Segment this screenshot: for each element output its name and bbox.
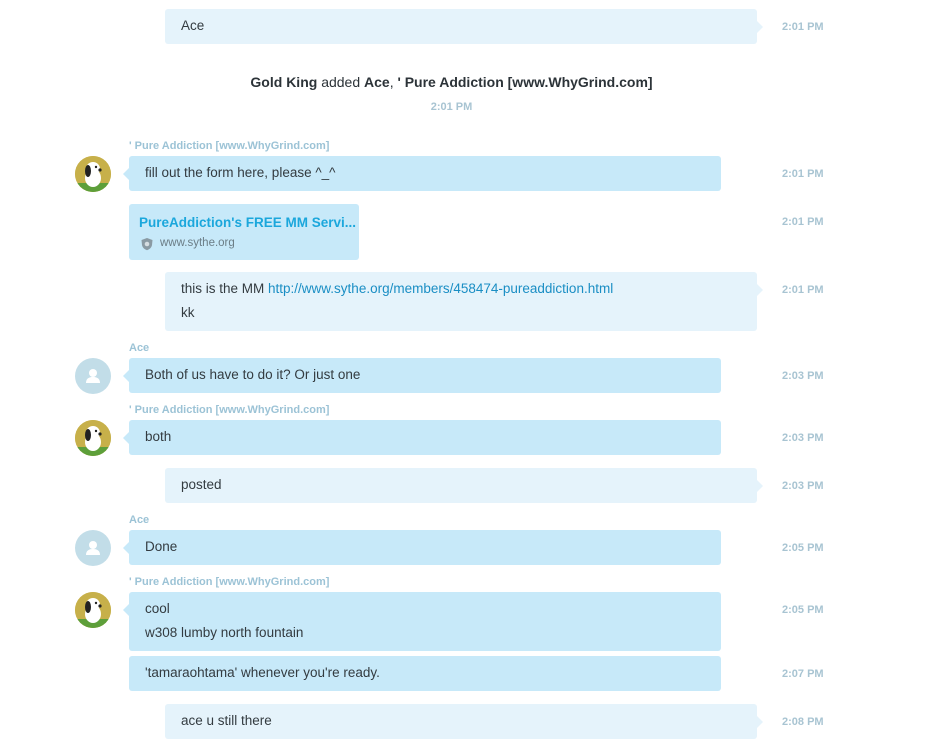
message-text: Both of us have to do it? Or just one — [145, 367, 361, 382]
message-text: this is the MM — [181, 281, 269, 296]
message-text: kk — [181, 305, 195, 320]
message-timestamp: 2:01 PM — [782, 21, 824, 33]
sender-name[interactable]: ' Pure Addiction [www.WhyGrind.com] — [129, 140, 329, 152]
sender-name[interactable]: ' Pure Addiction [www.WhyGrind.com] — [129, 404, 329, 416]
default-user-avatar[interactable] — [75, 530, 111, 566]
message-text: Done — [145, 539, 178, 554]
message-text: posted — [181, 477, 222, 492]
system-verb: added — [317, 74, 365, 90]
outgoing-message-bubble[interactable]: Ace — [165, 9, 763, 44]
sender-name[interactable]: Ace — [129, 342, 149, 354]
message-timestamp: 2:01 PM — [782, 168, 824, 180]
message-timestamp: 2:05 PM — [782, 604, 824, 616]
incoming-message-bubble[interactable]: Both of us have to do it? Or just one — [123, 358, 721, 393]
outgoing-message-bubble[interactable]: ace u still there — [165, 704, 763, 739]
message-timestamp: 2:03 PM — [782, 370, 824, 382]
system-target-1: Ace — [364, 74, 390, 90]
message-text: both — [145, 429, 172, 444]
snoopy-avatar[interactable] — [75, 156, 111, 192]
incoming-message-bubble[interactable]: both — [123, 420, 721, 455]
link-preview-card[interactable]: PureAddiction's FREE MM Servi... www.syt… — [129, 204, 359, 260]
message-timestamp: 2:05 PM — [782, 542, 824, 554]
default-user-avatar[interactable] — [75, 358, 111, 394]
snoopy-avatar[interactable] — [75, 420, 111, 456]
outgoing-message-bubble[interactable]: posted — [165, 468, 763, 503]
link-preview-title[interactable]: PureAddiction's FREE MM Servi... — [139, 215, 356, 230]
message-text: 'tamaraohtama' whenever you're ready. — [145, 665, 380, 680]
sender-name[interactable]: ' Pure Addiction [www.WhyGrind.com] — [129, 576, 329, 588]
message-line: this is the MM http://www.sythe.org/memb… — [165, 272, 757, 301]
message-timestamp: 2:01 PM — [782, 284, 824, 296]
message-text: Ace — [181, 18, 205, 33]
message-timestamp: 2:07 PM — [782, 668, 824, 680]
incoming-message-bubble[interactable]: cool w308 lumby north fountain — [123, 592, 721, 651]
message-timestamp: 2:08 PM — [782, 716, 824, 728]
system-separator: , — [389, 74, 398, 90]
snoopy-avatar[interactable] — [75, 592, 111, 628]
link-preview-domain: www.sythe.org — [160, 237, 235, 249]
outgoing-message-bubble[interactable]: this is the MM http://www.sythe.org/memb… — [165, 272, 763, 331]
message-text: cool — [145, 601, 170, 616]
message-timestamp: 2:01 PM — [782, 216, 824, 228]
system-actor: Gold King — [250, 74, 318, 90]
system-target-2: ' Pure Addiction [www.WhyGrind.com] — [397, 74, 653, 90]
message-text: ace u still there — [181, 713, 272, 728]
system-timestamp: 2:01 PM — [430, 101, 473, 113]
message-link[interactable]: http://www.sythe.org/members/458474-pure… — [268, 281, 613, 296]
message-timestamp: 2:03 PM — [782, 432, 824, 444]
system-message: Gold King added Ace, ' Pure Addiction [w… — [0, 74, 903, 90]
incoming-message-bubble[interactable]: Done — [123, 530, 721, 565]
shield-icon — [141, 238, 153, 251]
message-text: fill out the form here, please ^_^ — [145, 165, 336, 180]
incoming-message-bubble[interactable]: 'tamaraohtama' whenever you're ready. — [129, 656, 721, 691]
message-timestamp: 2:03 PM — [782, 480, 824, 492]
message-text: w308 lumby north fountain — [145, 625, 304, 640]
incoming-message-bubble[interactable]: fill out the form here, please ^_^ — [123, 156, 721, 191]
sender-name[interactable]: Ace — [129, 514, 149, 526]
